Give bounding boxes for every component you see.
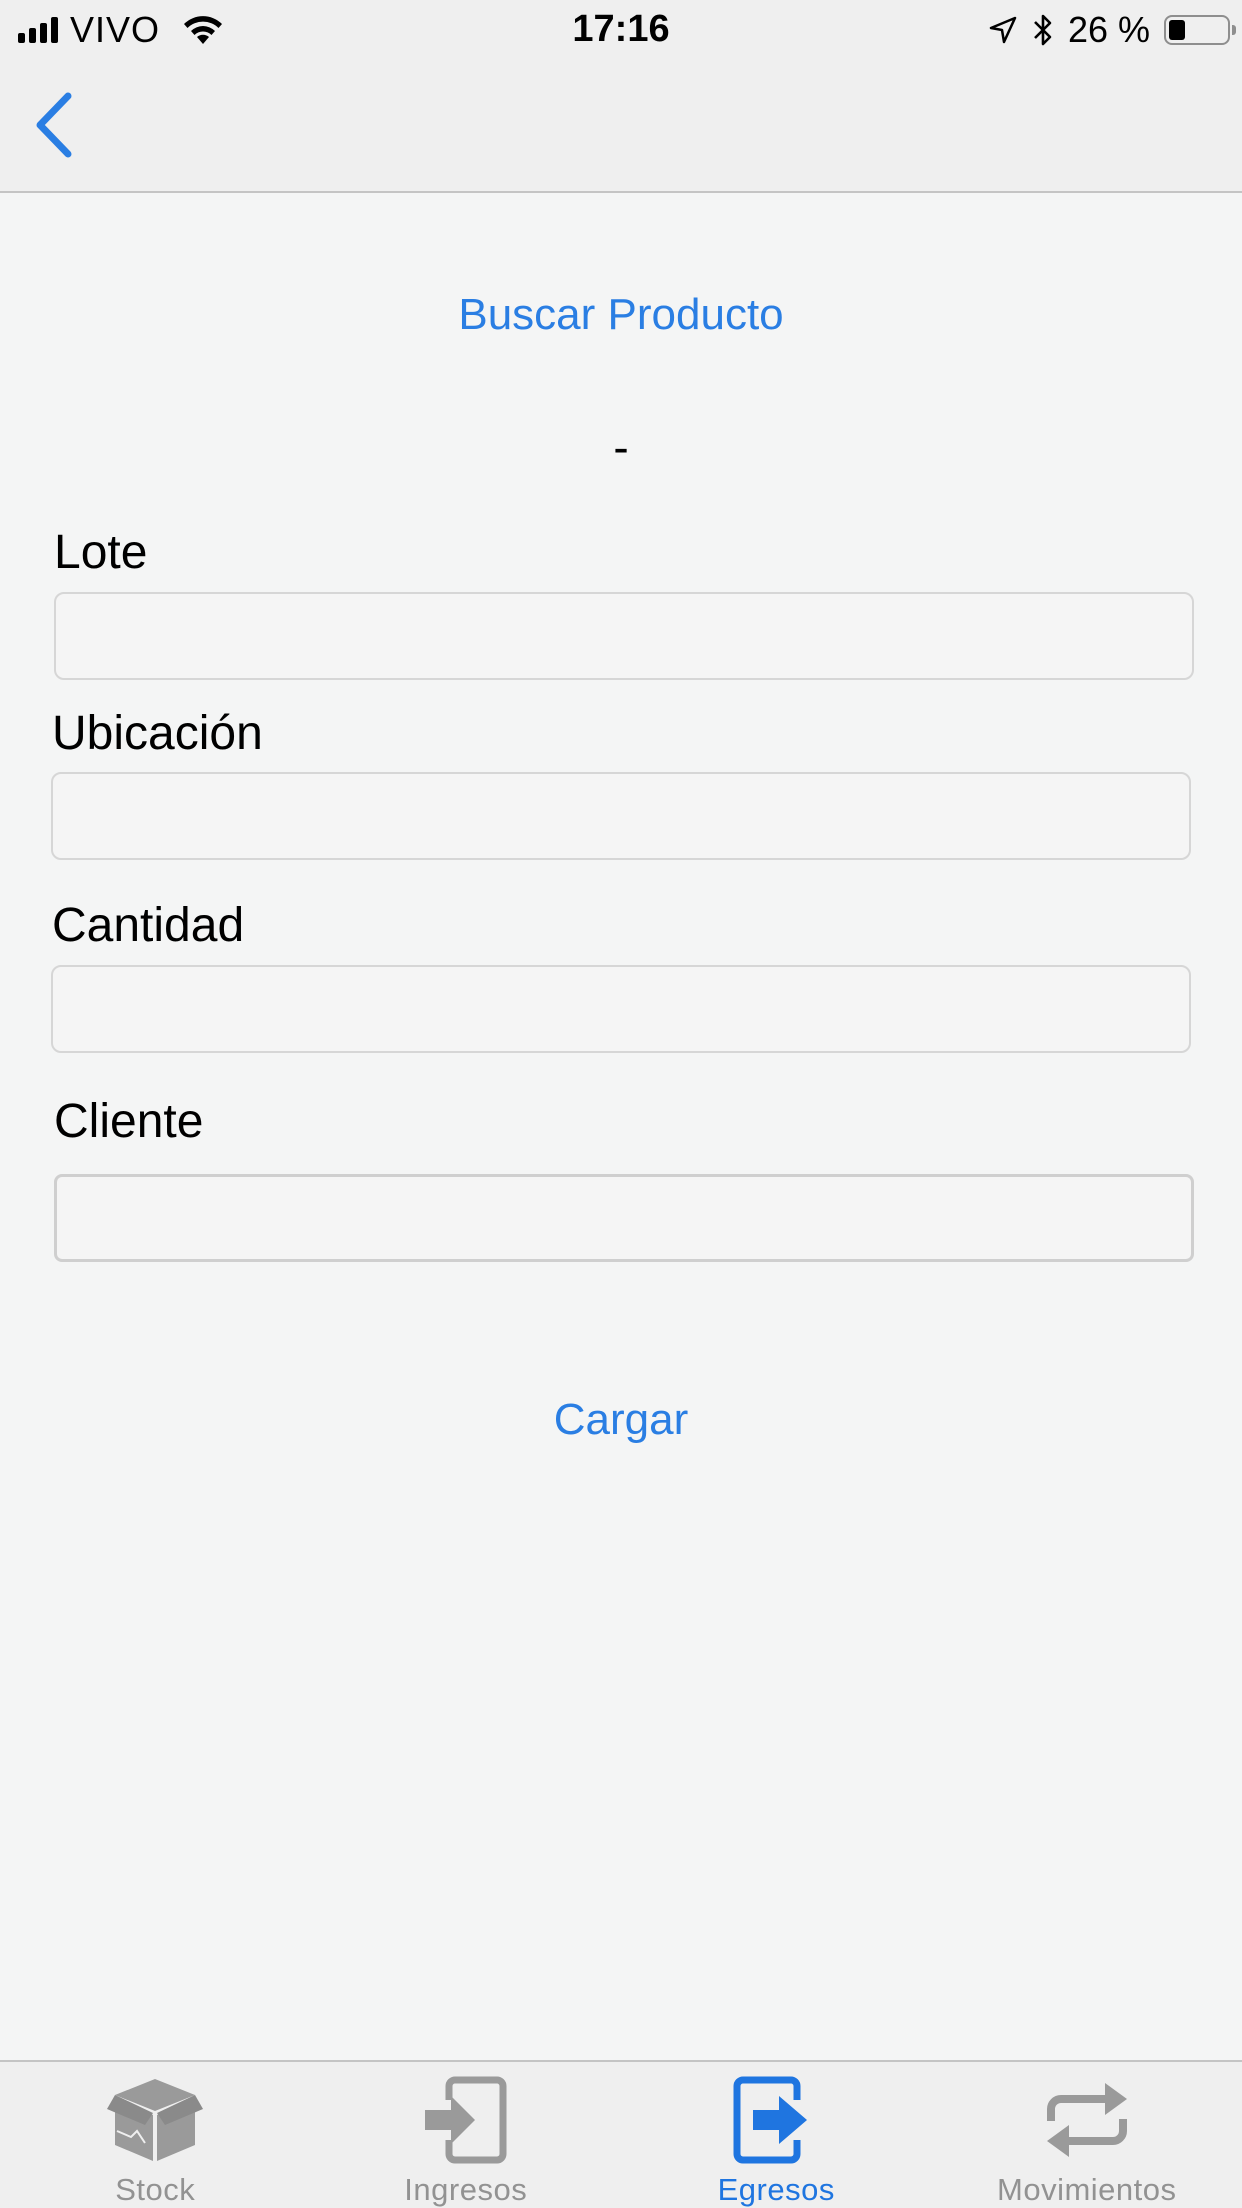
sign-out-icon <box>726 2072 826 2168</box>
chevron-left-icon <box>36 92 72 158</box>
back-button[interactable] <box>28 88 88 162</box>
search-product-button[interactable]: Buscar Producto <box>0 290 1242 340</box>
tab-ingresos[interactable]: Ingresos <box>311 2062 622 2208</box>
battery-icon <box>1164 15 1236 45</box>
tab-label: Stock <box>115 2172 196 2207</box>
cliente-label: Cliente <box>54 1095 204 1148</box>
status-bar: VIVO 17:16 26 % <box>0 0 1242 60</box>
tab-stock[interactable]: Stock <box>0 2062 311 2208</box>
cantidad-label: Cantidad <box>52 899 245 952</box>
ubicacion-input[interactable] <box>51 772 1191 860</box>
tab-egresos[interactable]: Egresos <box>621 2062 932 2208</box>
status-right: 26 % <box>988 9 1236 50</box>
cantidad-input[interactable] <box>51 965 1191 1053</box>
ubicacion-label: Ubicación <box>52 707 263 760</box>
bluetooth-icon <box>1034 14 1052 46</box>
tab-bar: Stock Ingresos Egresos Movimientos <box>0 2060 1242 2208</box>
lote-input[interactable] <box>54 592 1194 680</box>
navigation-bar <box>0 60 1242 193</box>
battery-percent: 26 % <box>1067 9 1150 50</box>
lote-label: Lote <box>54 526 148 579</box>
cargar-button[interactable]: Cargar <box>0 1395 1242 1445</box>
retweet-icon <box>1037 2072 1137 2168</box>
location-arrow-icon <box>989 16 1017 44</box>
tab-movimientos[interactable]: Movimientos <box>932 2062 1242 2208</box>
selected-product-name: - <box>613 421 629 473</box>
tab-label: Movimientos <box>997 2172 1177 2207</box>
tab-label: Egresos <box>717 2172 835 2207</box>
sign-in-icon <box>416 2072 516 2168</box>
cliente-input[interactable] <box>54 1174 1194 1262</box>
box-icon <box>105 2072 205 2168</box>
tab-label: Ingresos <box>404 2172 528 2207</box>
